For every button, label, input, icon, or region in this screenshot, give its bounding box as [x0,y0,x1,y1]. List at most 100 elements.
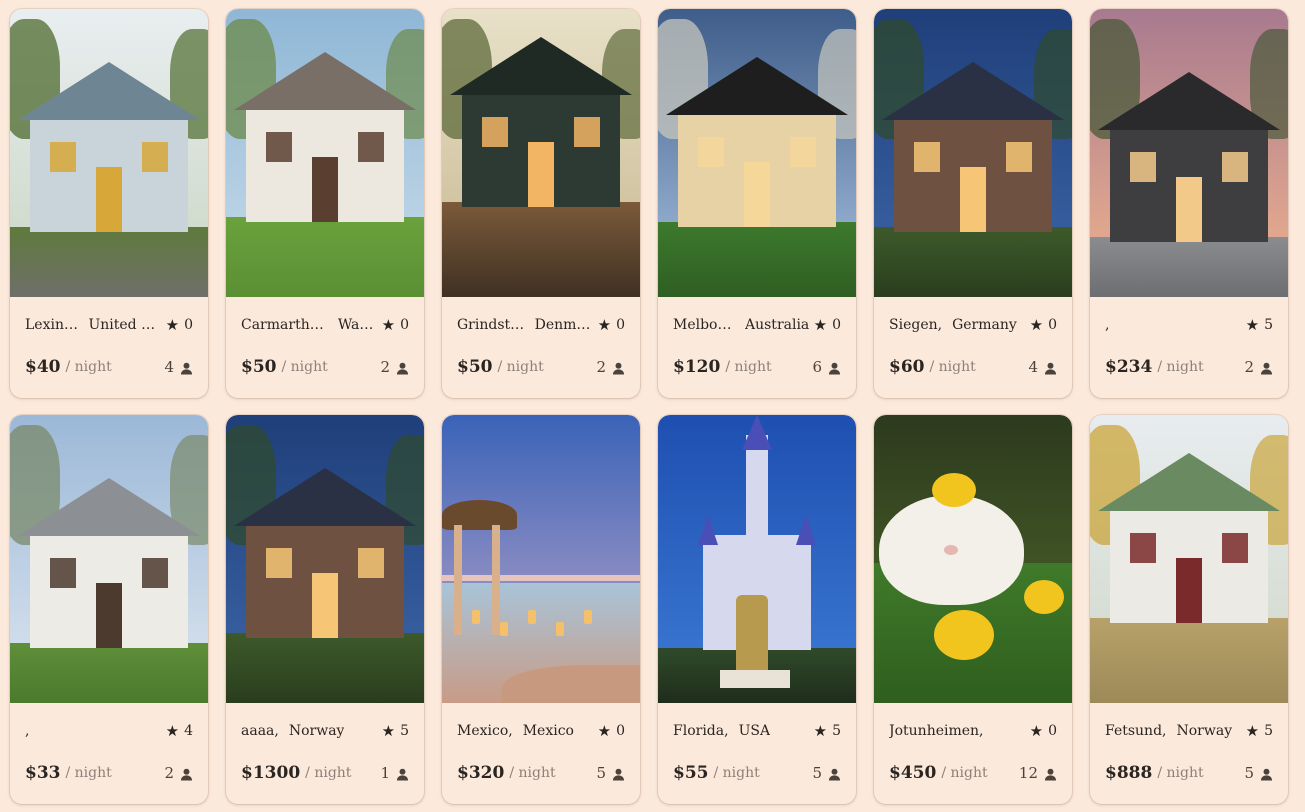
listing-photo[interactable] [658,9,856,297]
person-icon [396,767,409,781]
listing-guests: 2 [164,764,193,782]
listing-card[interactable]: Siegen, Germany ★ 0 $60/ night 4 [874,9,1072,398]
listing-country: Norway [288,723,345,739]
guest-count: 4 [1028,358,1038,376]
listing-photo[interactable] [1090,415,1288,703]
rating-value: 0 [184,317,193,333]
listing-photo[interactable] [658,415,856,703]
guest-count: 2 [596,358,606,376]
listing-photo[interactable] [874,415,1072,703]
listing-location: Siegen, Germany [889,317,1026,333]
guest-count: 2 [1244,358,1254,376]
listing-location: Florida, USA [673,723,810,739]
listing-photo[interactable] [226,415,424,703]
listing-price: $888 [1105,763,1153,783]
listing-location: Melbourne Australia [673,317,810,333]
listing-country: Denmark [534,317,594,333]
star-icon: ★ [597,722,612,740]
listing-card[interactable]: , ★ 5 $234/ night 2 [1090,9,1288,398]
listing-price: $320 [457,763,505,783]
listing-city: Jotunheimen, [889,723,984,739]
listing-city: Carmarthen, [241,317,328,333]
listing-country: Germany [952,317,1017,333]
listing-guests: 12 [1019,764,1057,782]
listing-city: , [25,723,30,739]
listing-guests: 5 [1244,764,1273,782]
listing-photo[interactable] [226,9,424,297]
listing-location: Grindsted, Denmark [457,317,594,333]
person-icon [612,361,625,375]
listing-guests: 1 [380,764,409,782]
price-unit: / night [941,765,988,781]
guest-count: 2 [380,358,390,376]
listing-card[interactable]: LexingtonUnited States★0$40/ night4 [10,9,208,398]
star-icon: ★ [1245,316,1260,334]
listing-card[interactable]: Florida, USA ★ 5 $55/ night 5 [658,415,856,804]
listing-photo[interactable] [874,9,1072,297]
listing-location: aaaa, Norway [241,723,378,739]
listing-card[interactable]: Jotunheimen, ★ 0 $450/ night 12 [874,415,1072,804]
listing-rating: ★ 5 [1246,722,1273,740]
star-icon: ★ [597,316,612,334]
listing-location: Lexington United States [25,317,162,333]
listing-card[interactable]: Mexico, Mexico ★ 0 $320/ night 5 [442,415,640,804]
star-icon: ★ [1029,316,1044,334]
listing-card[interactable]: Fetsund, Norway ★ 5 $888/ night 5 [1090,415,1288,804]
listing-card[interactable]: Melbourne Australia★0 $120/ night 6 [658,9,856,398]
listing-card[interactable]: aaaa, Norway ★ 5 $1300/ night 1 [226,415,424,804]
listing-rating: ★ 0 [598,722,625,740]
price-unit: / night [65,765,112,781]
listing-location: Mexico, Mexico [457,723,594,739]
listing-city: Lexington [25,317,79,333]
guest-count: 5 [812,764,822,782]
listing-rating: ★ 0 [1030,316,1057,334]
listing-city: aaaa, [241,723,279,739]
star-icon: ★ [381,722,396,740]
listing-rating: ★ 5 [382,722,409,740]
listing-guests: 2 [1244,358,1273,376]
listing-card[interactable]: Grindsted, Denmark ★ 0 $50/ night 2 [442,9,640,398]
rating-value: 0 [1048,317,1057,333]
listing-location: , [25,723,162,739]
listing-price: $55 [673,763,709,783]
star-icon: ★ [1245,722,1260,740]
rating-value: 0 [1048,723,1057,739]
guest-count: 6 [812,358,822,376]
person-icon [1260,361,1273,375]
listing-card[interactable]: , ★ 4 $33/ night 2 [10,415,208,804]
listing-price: $120 [673,357,721,377]
listing-photo[interactable] [1090,9,1288,297]
listing-location: Fetsund, Norway [1105,723,1242,739]
listing-card[interactable]: Carmarthen, Wales ★ 0 $50/ night 2 [226,9,424,398]
listing-rating: ★ 5 [814,722,841,740]
listing-location: Jotunheimen, [889,723,1026,739]
price-unit: / night [1157,765,1204,781]
listing-country: Wales [337,317,378,333]
person-icon [180,361,193,375]
listing-country: Norway [1176,723,1233,739]
rating-value: 5 [1264,723,1273,739]
listing-city: Grindsted, [457,317,525,333]
listing-photo[interactable] [442,9,640,297]
listing-photo[interactable] [442,415,640,703]
star-icon: ★ [165,722,180,740]
person-icon [1044,361,1057,375]
guest-count: 4 [164,358,174,376]
star-icon: ★ [381,316,396,334]
guest-count: 5 [1244,764,1254,782]
price-unit: / night [713,765,760,781]
listing-city: Fetsund, [1105,723,1167,739]
listing-photo[interactable] [10,9,208,297]
listing-city: Florida, [673,723,729,739]
price-unit: / night [65,359,112,375]
guest-count: 1 [380,764,390,782]
price-unit: / night [1157,359,1204,375]
listing-location: Carmarthen, Wales [241,317,378,333]
listing-guests: 2 [380,358,409,376]
star-icon: ★ [1029,722,1044,740]
listing-rating: ★ 0 [166,316,193,334]
listing-guests: 4 [164,358,193,376]
listing-price: $33 [25,763,61,783]
listing-photo[interactable] [10,415,208,703]
guest-count: 2 [164,764,174,782]
